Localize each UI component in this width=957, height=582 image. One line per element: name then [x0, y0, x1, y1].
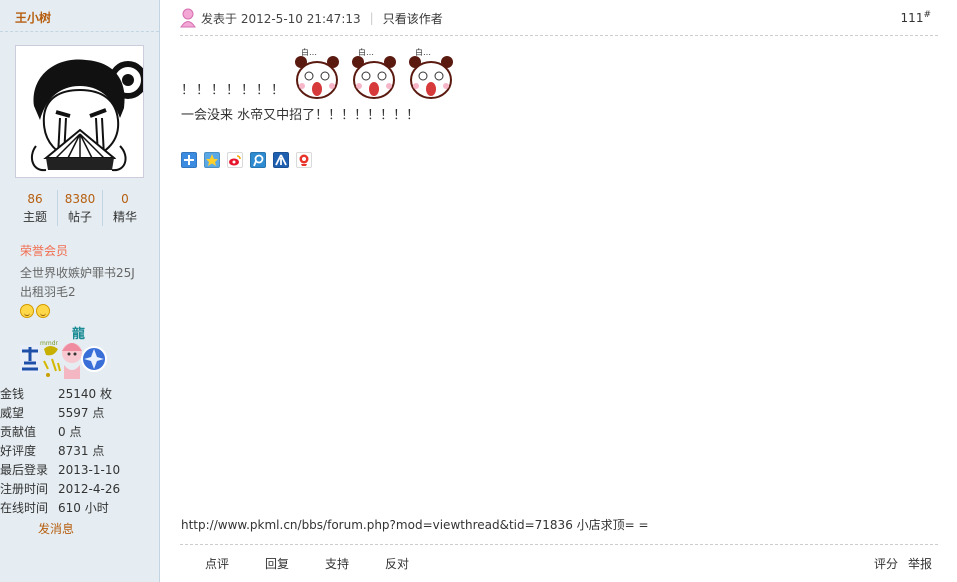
emoticon-bubble-text: 白…	[301, 47, 317, 57]
reply-button[interactable]: 回复	[265, 555, 289, 572]
info-value: 5597 点	[58, 406, 105, 420]
post-actions: 点评 回复 支持 反对	[205, 555, 445, 572]
character-medal-icon	[62, 343, 82, 379]
smiley-icon	[36, 304, 50, 318]
info-key: 金钱	[0, 387, 25, 401]
tencent-weibo-icon[interactable]	[250, 152, 266, 168]
share-bar	[181, 152, 312, 168]
divider	[180, 35, 938, 36]
info-value: 0 点	[58, 425, 82, 439]
author-sidebar: 王小树 86 主题 8380 帖子 0 精华 荣誉会员 全世界收嫉妒罪书25J出…	[0, 0, 160, 582]
smiley-icon	[20, 304, 34, 318]
floor-number-link[interactable]: 111#	[901, 10, 931, 25]
online-status-icon	[180, 8, 196, 28]
stat-label: 精华	[112, 210, 137, 224]
author-info-list: 金钱 25140 枚 威望 5597 点 贡献值 0 点 好评度 8731 点 …	[0, 385, 159, 518]
info-row-last-login: 最后登录 2013-1-10	[0, 461, 159, 480]
svg-text:mmdr: mmdr	[40, 340, 58, 347]
info-value: 2013-1-10	[58, 463, 121, 477]
post-meta: 发表于 2012-5-10 21:47:13 | 只看该作者	[180, 8, 443, 28]
info-row-money: 金钱 25140 枚	[0, 385, 159, 404]
custom-title: 全世界收嫉妒罪书25J出租羽毛2	[20, 266, 135, 299]
info-row-online-time: 在线时间 610 小时	[0, 499, 159, 518]
send-message-link[interactable]: 发消息	[38, 520, 74, 537]
add-share-icon[interactable]	[181, 152, 197, 168]
post-date: 发表于 2012-5-10 21:47:13	[201, 11, 361, 26]
libra-medal-icon	[20, 345, 40, 373]
rate-button[interactable]: 评分	[874, 555, 898, 572]
info-key: 注册时间	[0, 482, 49, 496]
floor-suffix: #	[923, 10, 931, 20]
kaixin-icon[interactable]	[296, 152, 312, 168]
orb-medal-icon	[81, 346, 107, 372]
qzone-icon[interactable]	[204, 152, 220, 168]
rank-stars	[20, 304, 50, 318]
renren-icon[interactable]	[273, 152, 289, 168]
post-text-exclamations: ！！！！！！！	[181, 83, 287, 98]
sina-weibo-icon[interactable]	[227, 152, 243, 168]
info-row-prestige: 威望 5597 点	[0, 404, 159, 423]
stat-value: 86	[27, 192, 43, 206]
mmdr-medal-icon: mmdr	[40, 340, 61, 377]
stat-label: 帖子	[67, 210, 92, 224]
post-line-1: ！！！！！！！ 白… 白… 白…	[181, 42, 457, 102]
author-only-link[interactable]: 只看该作者	[383, 10, 443, 27]
medals: mmdr 龍	[18, 325, 108, 381]
support-button[interactable]: 支持	[325, 555, 349, 572]
divider	[180, 544, 938, 545]
post-actions-right: 评分 举报	[874, 555, 932, 572]
medal-icons: mmdr	[20, 340, 107, 379]
info-key: 在线时间	[0, 501, 49, 515]
emoticon-bubble-text: 白…	[358, 47, 374, 57]
shocked-panda-emoticon-icon: 白…	[409, 47, 454, 99]
report-button[interactable]: 举报	[908, 555, 932, 572]
info-row-contribution: 贡献值 0 点	[0, 423, 159, 442]
info-value: 25140 枚	[58, 387, 112, 401]
emoticon-bubble-text: 白…	[415, 47, 431, 57]
avatar[interactable]	[15, 45, 147, 178]
medal-char: 龍	[72, 327, 86, 342]
stat-posts[interactable]: 8380 帖子	[58, 190, 103, 226]
info-value: 2012-4-26	[58, 482, 121, 496]
stat-value: 8380	[64, 192, 96, 206]
floor-number: 111	[900, 11, 924, 25]
stat-label: 主题	[22, 210, 47, 224]
info-row-reputation: 好评度 8731 点	[0, 442, 159, 461]
author-stats: 86 主题 8380 帖子 0 精华	[13, 190, 147, 226]
comment-button[interactable]: 点评	[205, 555, 229, 572]
author-name-link[interactable]: 王小树	[15, 9, 51, 26]
meta-divider: |	[369, 11, 374, 25]
shocked-panda-emoticon-icon: 白…	[352, 47, 397, 99]
info-key: 好评度	[0, 444, 37, 458]
divider	[0, 31, 159, 32]
info-row-register-date: 注册时间 2012-4-26	[0, 480, 159, 499]
avatar-image	[16, 46, 147, 177]
stat-threads[interactable]: 86 主题	[13, 190, 58, 226]
info-key: 威望	[0, 406, 25, 420]
oppose-button[interactable]: 反对	[385, 555, 409, 572]
post-text: 一会没来 水帝又中招了！！！！！！！！	[181, 108, 420, 123]
shocked-panda-emoticon-icon: 白…	[295, 47, 340, 99]
stat-value: 0	[121, 192, 129, 206]
user-rank[interactable]: 荣誉会员	[20, 242, 68, 259]
stat-digest[interactable]: 0 精华	[103, 190, 147, 226]
info-key: 最后登录	[0, 463, 49, 477]
info-key: 贡献值	[0, 425, 37, 439]
signature[interactable]: http://www.pkml.cn/bbs/forum.php?mod=vie…	[181, 516, 649, 533]
info-value: 610 小时	[58, 501, 109, 515]
info-value: 8731 点	[58, 444, 105, 458]
